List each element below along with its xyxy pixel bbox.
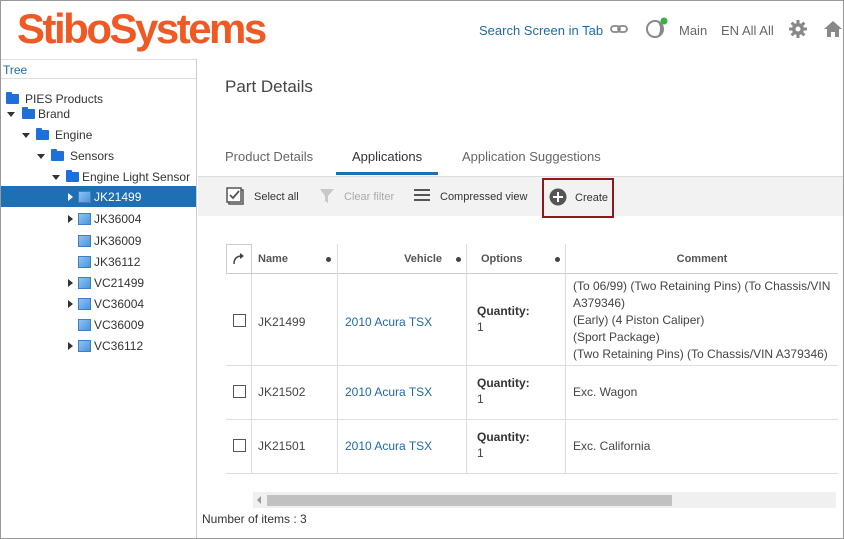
row-checkbox[interactable] <box>233 439 246 452</box>
chevron-down-icon[interactable] <box>51 172 61 182</box>
page-title: Part Details <box>225 77 313 96</box>
theme-icon[interactable] <box>644 17 668 44</box>
table-row[interactable]: JK21502 2010 Acura TSX Quantity: 1 Exc. … <box>226 366 838 420</box>
chevron-right-icon[interactable] <box>65 278 75 288</box>
folder-icon <box>22 106 35 119</box>
refresh-icon <box>233 253 244 265</box>
cell-comment: (To 06/99) (Two Retaining Pins) (To Chas… <box>573 279 831 361</box>
chevron-down-icon[interactable] <box>6 109 16 119</box>
context-label[interactable]: Main <box>679 23 707 38</box>
tree-node-jk21499[interactable]: JK21499 <box>1 186 196 207</box>
cell-vehicle-link[interactable]: 2010 Acura TSX <box>338 366 467 419</box>
folder-icon <box>66 169 79 182</box>
main-panel: Part Details Product Details Application… <box>198 59 843 538</box>
product-icon <box>78 190 91 203</box>
product-icon <box>78 255 91 268</box>
tab-product-details[interactable]: Product Details <box>225 149 313 175</box>
tree-node-sensors[interactable]: Sensors <box>36 145 114 166</box>
app-header: StiboSystems Search Screen in Tab Main E… <box>1 1 843 59</box>
column-header-options[interactable]: Options <box>467 244 566 274</box>
product-icon <box>78 318 91 331</box>
scrollbar-thumb[interactable] <box>267 495 672 506</box>
chevron-right-icon[interactable] <box>65 214 75 224</box>
cell-options: Quantity: 1 <box>467 274 566 365</box>
item-count: Number of items : 3 <box>202 512 307 526</box>
table-row[interactable]: JK21499 2010 Acura TSX Quantity: 1 (To 0… <box>226 274 838 366</box>
column-header-name[interactable]: Name <box>252 244 338 274</box>
column-header-vehicle[interactable]: Vehicle <box>338 244 467 274</box>
create-button[interactable]: Create <box>542 178 614 218</box>
tree-node-brand[interactable]: Brand <box>6 103 70 124</box>
folder-icon <box>6 91 19 104</box>
chevron-down-icon[interactable] <box>21 130 31 140</box>
plus-circle-icon <box>549 188 567 209</box>
tree-node-vc36009[interactable]: VC36009 <box>78 314 144 335</box>
tab-applications[interactable]: Applications <box>336 149 439 175</box>
locale-label[interactable]: EN All All <box>721 23 774 38</box>
home-icon[interactable] <box>823 19 843 42</box>
column-header-comment[interactable]: Comment <box>566 244 838 274</box>
cell-name: JK21502 <box>252 366 338 419</box>
tree-tab[interactable]: Tree <box>1 59 196 79</box>
tab-application-suggestions[interactable]: Application Suggestions <box>462 149 601 175</box>
product-icon <box>78 212 91 225</box>
tree-node-vc21499[interactable]: VC21499 <box>65 272 144 293</box>
table-row[interactable]: JK21501 2010 Acura TSX Quantity: 1 Exc. … <box>226 420 838 474</box>
scroll-left-icon[interactable] <box>257 496 261 504</box>
stibo-logo: StiboSystems <box>17 5 267 52</box>
row-checkbox[interactable] <box>233 314 246 327</box>
cell-vehicle-link[interactable]: 2010 Acura TSX <box>338 420 467 473</box>
chevron-right-icon[interactable] <box>65 192 75 202</box>
chevron-down-icon[interactable] <box>36 151 46 161</box>
tree-panel: Tree PIES Products Brand Engine Sensors … <box>1 59 197 538</box>
table-header: Name Vehicle Options Comment <box>226 244 838 274</box>
column-menu-icon[interactable] <box>555 257 560 262</box>
search-screen-in-tab-link[interactable]: Search Screen in Tab <box>479 23 603 38</box>
select-all-button[interactable]: Select all <box>226 177 299 217</box>
column-menu-icon[interactable] <box>326 257 331 262</box>
clear-filter-button[interactable]: Clear filter <box>318 177 394 217</box>
tree-node-jk36004[interactable]: JK36004 <box>65 208 141 229</box>
gear-icon[interactable] <box>788 19 808 42</box>
cell-options: Quantity: 1 <box>467 366 566 419</box>
row-checkbox[interactable] <box>233 385 246 398</box>
tree-node-jk36112[interactable]: JK36112 <box>78 251 140 272</box>
folder-icon <box>51 148 64 161</box>
refresh-column-button[interactable] <box>226 244 252 274</box>
chevron-right-icon[interactable] <box>65 341 75 351</box>
cell-name: JK21501 <box>252 420 338 473</box>
product-icon <box>78 276 91 289</box>
chevron-right-icon[interactable] <box>65 299 75 309</box>
link-icon[interactable] <box>609 19 629 42</box>
filter-icon <box>318 186 338 209</box>
select-all-icon <box>226 186 246 209</box>
column-menu-icon[interactable] <box>456 257 461 262</box>
list-icon <box>414 187 430 208</box>
cell-options: Quantity: 1 <box>467 420 566 473</box>
toolbar: Select all Clear filter Compressed view … <box>198 176 843 218</box>
cell-vehicle-link[interactable]: 2010 Acura TSX <box>338 274 467 365</box>
horizontal-scrollbar[interactable] <box>253 492 836 508</box>
tab-bar: Product Details Applications Application… <box>198 149 843 175</box>
cell-comment: Exc. Wagon <box>573 385 638 399</box>
product-icon <box>78 297 91 310</box>
folder-icon <box>36 127 49 140</box>
tree-node-engine[interactable]: Engine <box>21 124 92 145</box>
cell-comment: Exc. California <box>573 439 651 453</box>
tree-node-engine-light-sensor[interactable]: Engine Light Sensor <box>51 166 190 187</box>
tree-node-jk36009[interactable]: JK36009 <box>78 230 141 251</box>
cell-name: JK21499 <box>252 274 338 365</box>
tree-node-vc36112[interactable]: VC36112 <box>65 335 143 356</box>
product-icon <box>78 339 91 352</box>
compressed-view-button[interactable]: Compressed view <box>414 177 527 217</box>
tree-node-vc36004[interactable]: VC36004 <box>65 293 144 314</box>
product-icon <box>78 234 91 247</box>
